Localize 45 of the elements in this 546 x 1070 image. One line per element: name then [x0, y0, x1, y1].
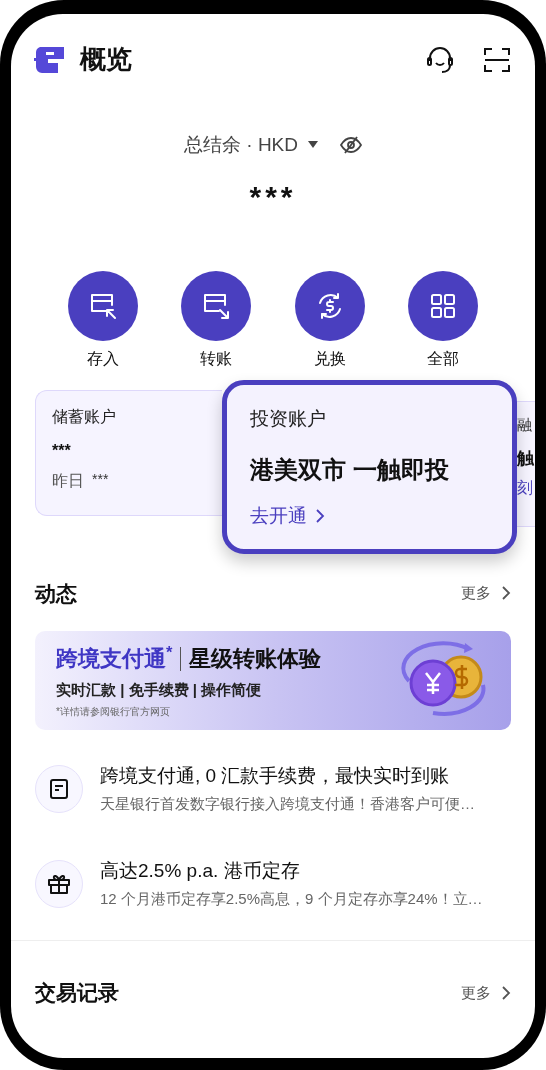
news-summary: 12 个月港币定存享2.5%高息，9 个月定存亦享24%！立…: [100, 888, 483, 909]
banner-subtitle: 星级转账体验: [189, 645, 322, 674]
news-summary: 天星银行首发数字银行接入跨境支付通！香港客户可便…: [100, 793, 475, 814]
balance-amount: ***: [249, 178, 297, 215]
action-label: 兑换: [313, 348, 346, 369]
open-account-link[interactable]: 去开通: [250, 501, 325, 530]
customer-service-icon[interactable]: [425, 44, 455, 75]
account-headline: 触: [517, 448, 535, 470]
card-title: 投资账户: [250, 407, 327, 431]
account-title: 融: [517, 416, 533, 434]
banner-footnote: *详情请参阅银行官方网页: [56, 704, 171, 719]
banner-title: 跨境支付通$^{*}$: [56, 642, 173, 674]
section-title: 动态: [35, 580, 77, 607]
account-link: 刻: [517, 478, 534, 498]
promo-banner[interactable]: 跨境支付通$^{*}$ 星级转账体验 实时汇款 | 免手续费 | 操作简便 *详情请参阅银行官方网页: [35, 631, 511, 730]
account-amount: ***: [52, 440, 72, 461]
account-card[interactable]: 储蓄账户 *** 昨日 ***: [35, 389, 222, 516]
more-link[interactable]: 更多: [461, 981, 511, 1004]
investment-card[interactable]: 投资账户 港美双市 一触即投 去开通: [222, 380, 517, 554]
chevron-right-icon: [501, 585, 511, 602]
balance-label: 总结余 · HKD: [184, 133, 298, 157]
caret-down-icon[interactable]: [308, 141, 318, 150]
account-title: 储蓄账户: [52, 406, 117, 427]
news-item[interactable]: 跨境支付通, 0 汇款手续费，最快实时到账 天星银行首发数字银行接入跨境支付通！香港客户可便…: [35, 762, 511, 815]
account-card[interactable]: 融 触 刻: [517, 401, 535, 527]
action-label: 全部: [427, 348, 460, 369]
more-link[interactable]: 更多: [461, 582, 511, 605]
news-title: 跨境支付通, 0 汇款手续费，最快实时到账: [100, 764, 451, 788]
yesterday-label: 昨日: [52, 470, 84, 491]
eye-off-icon[interactable]: [340, 136, 362, 155]
action-label: 存入: [86, 348, 119, 369]
document-icon: [48, 777, 70, 800]
card-headline: 港美双市 一触即投: [250, 454, 450, 485]
logo-icon: [34, 44, 66, 75]
news-item[interactable]: 高达2.5% p.a. 港币定存 12 个月港币定存享2.5%高息，9 个月定存亦享24%！立…: [35, 857, 511, 910]
yesterday-amount: ***: [92, 469, 109, 489]
action-label: 转账: [200, 348, 233, 369]
section-title: 交易记录: [35, 980, 119, 1006]
scan-icon[interactable]: [483, 45, 511, 74]
banner-features: 实时汇款 | 免手续费 | 操作简便: [56, 680, 263, 701]
chevron-right-icon: [501, 984, 511, 1001]
chevron-right-icon: [315, 507, 325, 524]
grid-icon: [429, 291, 458, 320]
news-title: 高达2.5% p.a. 港币定存: [100, 859, 301, 883]
page-title: 概览: [80, 43, 132, 76]
